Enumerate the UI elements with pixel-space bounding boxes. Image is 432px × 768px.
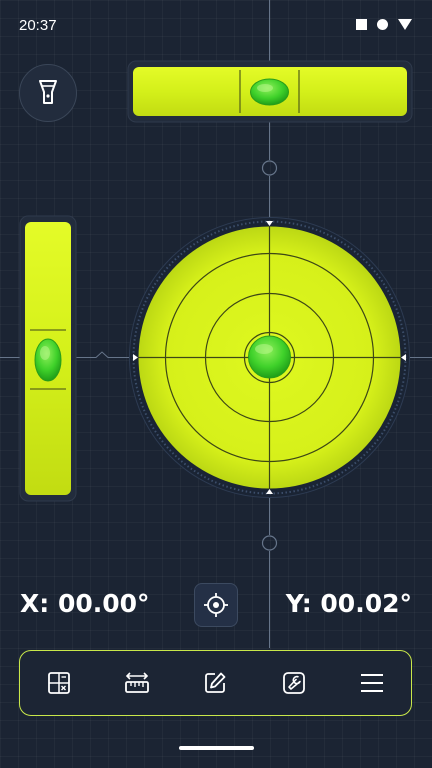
menu-icon (360, 674, 383, 692)
status-time: 20:37 (19, 17, 57, 34)
record-dot-icon (377, 19, 388, 30)
tools-button[interactable] (274, 663, 314, 703)
bullseye-level (129, 217, 410, 498)
horizontal-spirit-level (127, 60, 413, 123)
calibrate-button[interactable] (194, 583, 238, 627)
calculator-icon (48, 672, 70, 694)
tools-icon (282, 672, 305, 694)
status-icons (356, 19, 412, 30)
ruler-icon (125, 672, 150, 693)
status-bar: 20:37 (0, 0, 432, 52)
signal-triangle-icon (398, 19, 412, 30)
vertical-spirit-level (19, 215, 77, 502)
vertical-bubble (34, 338, 62, 382)
horizontal-bubble (250, 78, 289, 106)
home-indicator[interactable] (179, 746, 254, 750)
flashlight-icon (39, 80, 57, 104)
circular-bubble (248, 335, 291, 379)
bottom-toolbar (19, 650, 412, 716)
crosshair-icon (204, 593, 228, 617)
guide-node (261, 160, 278, 176)
calculator-button[interactable] (39, 663, 79, 703)
horizontal-guide-line (75, 351, 132, 358)
y-angle-readout: Y: 00.02° (285, 589, 412, 618)
edit-button[interactable] (195, 663, 235, 703)
ruler-button[interactable] (117, 663, 157, 703)
edit-icon (205, 672, 226, 693)
flashlight-button[interactable] (19, 64, 77, 122)
menu-button[interactable] (352, 663, 392, 703)
x-angle-readout: X: 00.00° (20, 589, 150, 618)
stop-square-icon (356, 19, 367, 30)
guide-node (261, 535, 278, 551)
